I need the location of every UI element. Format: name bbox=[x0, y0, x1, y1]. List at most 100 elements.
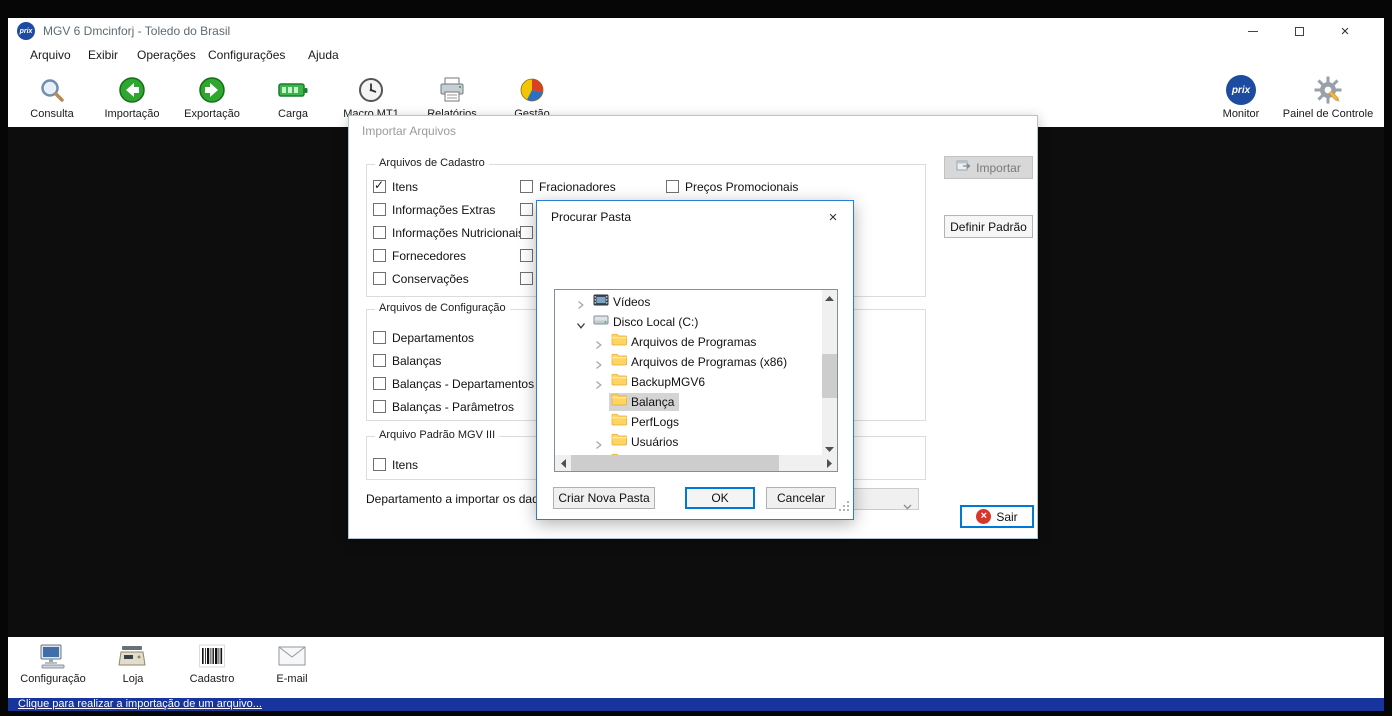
close-dialog-button[interactable]: × bbox=[819, 205, 847, 229]
checkbox-box: ✓ bbox=[373, 458, 386, 471]
clock-icon bbox=[335, 74, 407, 106]
toolbar-item-monitor[interactable]: prix Monitor bbox=[1205, 74, 1277, 120]
checkbox-box: ✓ bbox=[373, 331, 386, 344]
minimize-icon bbox=[1248, 31, 1258, 32]
minimize-button[interactable] bbox=[1237, 18, 1269, 44]
exit-button[interactable]: × Sair bbox=[960, 505, 1034, 528]
checkbox-box: ✓ bbox=[666, 180, 679, 193]
checkbox-box: ✓ bbox=[520, 203, 533, 216]
ok-label: OK bbox=[711, 491, 728, 505]
horizontal-scroll-thumb[interactable] bbox=[571, 455, 779, 471]
tree-item-backupmgv6[interactable]: BackupMGV6 bbox=[555, 372, 815, 392]
tree-item-perflogs[interactable]: PerfLogs bbox=[555, 412, 815, 432]
check-icon: ✓ bbox=[374, 178, 384, 192]
toolbar-item-configuracao[interactable]: Configuração bbox=[13, 642, 93, 685]
menu-exibir[interactable]: Exibir bbox=[88, 44, 118, 66]
checkbox-label: Balanças - Parâmetros bbox=[392, 400, 514, 414]
checkbox-itens[interactable]: ✓ Itens bbox=[373, 179, 418, 194]
horizontal-scrollbar[interactable] bbox=[555, 455, 837, 471]
drive-icon bbox=[593, 313, 609, 331]
toolbar-item-loja[interactable]: Loja bbox=[93, 642, 173, 685]
menu-ajuda[interactable]: Ajuda bbox=[308, 44, 339, 66]
scroll-up-arrow-icon[interactable] bbox=[822, 290, 837, 306]
toolbar-item-email[interactable]: E-mail bbox=[252, 642, 332, 685]
define-default-button[interactable]: Definir Padrão bbox=[944, 215, 1033, 238]
vertical-scroll-thumb[interactable] bbox=[822, 354, 837, 398]
import-button-label: Importar bbox=[976, 161, 1021, 175]
close-icon: × bbox=[829, 210, 838, 225]
gear-pencil-icon bbox=[1280, 74, 1376, 106]
resize-grip[interactable] bbox=[839, 498, 850, 516]
barcode-icon bbox=[172, 642, 252, 670]
tree-item-balanca[interactable]: Balança bbox=[555, 392, 815, 412]
toolbar-item-gestao[interactable]: Gestão bbox=[496, 74, 568, 120]
scroll-left-arrow-icon[interactable] bbox=[555, 455, 571, 471]
ok-button[interactable]: OK bbox=[685, 487, 755, 509]
toolbar-item-importacao[interactable]: Importação bbox=[96, 74, 168, 120]
checkbox-box: ✓ bbox=[520, 249, 533, 262]
toolbar-label: Carga bbox=[257, 108, 329, 120]
checkbox-itens-mgv3[interactable]: ✓ Itens bbox=[373, 457, 418, 472]
toolbar-item-macro-mt1[interactable]: Macro MT1 bbox=[335, 74, 407, 120]
toolbar-label: Loja bbox=[93, 673, 173, 685]
folder-tree-content: Vídeos Disco Local (C:) Arquivos de Prog… bbox=[555, 290, 822, 455]
toolbar-item-exportacao[interactable]: Exportação bbox=[176, 74, 248, 120]
checkbox-precos-promocionais[interactable]: ✓ Preços Promocionais bbox=[666, 179, 798, 194]
checkbox-balancas-parametros[interactable]: ✓ Balanças - Parâmetros bbox=[373, 399, 514, 414]
prix-logo-icon: prix bbox=[1226, 75, 1256, 105]
menu-configuracoes[interactable]: Configurações bbox=[208, 44, 285, 66]
checkbox-label: Balanças - Departamentos Ass bbox=[392, 377, 557, 391]
tree-item-arquivos-de-programas[interactable]: Arquivos de Programas bbox=[555, 332, 815, 352]
checkbox-box: ✓ bbox=[520, 226, 533, 239]
tree-item-label: Vídeos bbox=[613, 295, 650, 309]
menu-arquivo[interactable]: Arquivo bbox=[30, 44, 71, 66]
checkbox-informacoes-nutricionais[interactable]: ✓ Informações Nutricionais bbox=[373, 225, 524, 240]
import-button[interactable]: Importar bbox=[944, 156, 1033, 179]
scroll-right-arrow-icon[interactable] bbox=[821, 455, 837, 471]
folder-icon bbox=[611, 413, 627, 431]
toolbar-item-painel-de-controle[interactable]: Painel de Controle bbox=[1280, 74, 1376, 120]
close-window-button[interactable]: × bbox=[1329, 18, 1361, 44]
checkbox-fornecedores[interactable]: ✓ Fornecedores bbox=[373, 248, 466, 263]
prix-monitor-icon: prix bbox=[1205, 74, 1277, 106]
checkbox-balancas-departamentos[interactable]: ✓ Balanças - Departamentos Ass bbox=[373, 376, 557, 391]
tree-item-label: Balança bbox=[631, 395, 674, 409]
maximize-button[interactable] bbox=[1283, 18, 1315, 44]
toolbar-item-carga[interactable]: Carga bbox=[257, 74, 329, 120]
tree-item-label: Usuários bbox=[631, 435, 678, 449]
videos-icon bbox=[593, 293, 609, 311]
folder-tree: Vídeos Disco Local (C:) Arquivos de Prog… bbox=[554, 289, 838, 472]
checkbox-conservacoes[interactable]: ✓ Conservações bbox=[373, 271, 469, 286]
folder-icon bbox=[611, 333, 627, 351]
checkbox-departamentos[interactable]: ✓ Departamentos bbox=[373, 330, 474, 345]
toolbar-item-cadastro[interactable]: Cadastro bbox=[172, 642, 252, 685]
checkbox-box: ✓ bbox=[373, 249, 386, 262]
checkbox-box: ✓ bbox=[520, 272, 533, 285]
vertical-scrollbar[interactable] bbox=[822, 290, 837, 457]
tree-item-videos[interactable]: Vídeos bbox=[555, 292, 815, 312]
exit-button-label: Sair bbox=[996, 510, 1017, 524]
export-arrow-icon bbox=[176, 74, 248, 106]
checkbox-label: Fornecedores bbox=[392, 249, 466, 263]
import-arrow-icon bbox=[96, 74, 168, 106]
checkbox-box: ✓ bbox=[373, 203, 386, 216]
checkbox-box: ✓ bbox=[520, 180, 533, 193]
cancel-button[interactable]: Cancelar bbox=[766, 487, 836, 509]
bottom-toolbar: Configuração Loja Cadastro E-mail bbox=[8, 637, 1384, 698]
tree-item-usuarios[interactable]: Usuários bbox=[555, 432, 815, 452]
new-folder-button[interactable]: Criar Nova Pasta bbox=[553, 487, 655, 509]
toolbar-label: Cadastro bbox=[172, 673, 252, 685]
tree-item-arquivos-de-programas-x86[interactable]: Arquivos de Programas (x86) bbox=[555, 352, 815, 372]
tree-item-disco-local-c[interactable]: Disco Local (C:) bbox=[555, 312, 815, 332]
menu-operacoes[interactable]: Operações bbox=[137, 44, 196, 66]
import-dialog-title: Importar Arquivos bbox=[362, 124, 456, 138]
toolbar-item-consulta[interactable]: Consulta bbox=[16, 74, 88, 120]
checkbox-informacoes-extras[interactable]: ✓ Informações Extras bbox=[373, 202, 495, 217]
checkbox-box: ✓ bbox=[373, 272, 386, 285]
checkbox-box: ✓ bbox=[373, 180, 386, 193]
checkbox-balancas[interactable]: ✓ Balanças bbox=[373, 353, 441, 368]
maximize-icon bbox=[1295, 27, 1304, 36]
checkbox-fracionadores[interactable]: ✓ Fracionadores bbox=[520, 179, 616, 194]
toolbar-item-relatorios[interactable]: Relatórios bbox=[416, 74, 488, 120]
checkbox-label: Itens bbox=[392, 458, 418, 472]
